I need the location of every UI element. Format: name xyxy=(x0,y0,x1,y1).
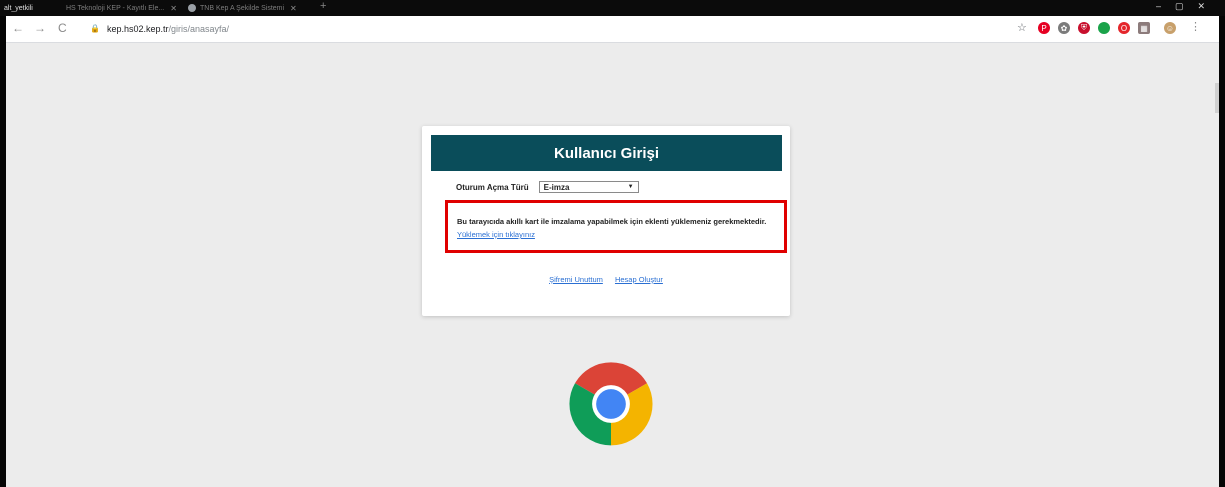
url-host: kep.hs02.kep.tr xyxy=(106,23,169,34)
tab-label: HS Teknoloji KEP - Kayıtlı Ele... xyxy=(66,4,165,12)
puzzle-icon[interactable]: ✿ xyxy=(1058,22,1070,34)
session-type-select[interactable]: E-imza ▼ xyxy=(538,181,639,193)
page-viewport: Kullanıcı Girişi Oturum Açma Türü E-imza… xyxy=(6,43,1219,487)
close-icon[interactable]: ✕ xyxy=(170,4,176,13)
pinterest-icon[interactable]: P xyxy=(1038,22,1050,34)
forgot-password-link[interactable]: Şifremi Unuttum xyxy=(549,275,603,284)
tab-label: TNB Kep A Şekilde Sistemi xyxy=(200,4,285,12)
bookmark-star-icon[interactable]: ☆ xyxy=(1017,21,1027,34)
dropdown-arrow-icon: ▼ xyxy=(627,184,634,190)
browser-window-frame: alt_yetkili HS Teknoloji KEP - Kayıtlı E… xyxy=(0,0,1225,487)
shield-icon[interactable]: ⛨ xyxy=(1078,22,1090,34)
tab-active[interactable]: alt_yetkili xyxy=(4,1,64,15)
lock-icon: 🔒 xyxy=(90,24,100,33)
window-controls[interactable]: –▢✕ xyxy=(1156,1,1219,12)
browser-toolbar: ← → C 🔒 kep.hs02.kep.tr/giris/anasayfa/ … xyxy=(6,16,1219,43)
session-type-label: Oturum Açma Türü xyxy=(456,182,529,192)
install-plugin-link[interactable]: Yüklemek için tıklayınız xyxy=(457,230,535,239)
favicon-icon xyxy=(188,4,196,12)
close-icon[interactable]: ✕ xyxy=(290,4,297,13)
menu-kebab-icon[interactable]: ⋮ xyxy=(1190,20,1201,33)
opera-icon[interactable]: O xyxy=(1118,22,1130,34)
login-title: Kullanıcı Girişi xyxy=(431,135,782,171)
plugin-notice-highlight: Bu tarayıcıda akıllı kart ile imzalama y… xyxy=(445,200,787,253)
new-tab-button[interactable]: + xyxy=(320,0,326,12)
reload-icon[interactable]: C xyxy=(58,21,67,35)
back-icon[interactable]: ← xyxy=(12,21,24,35)
scrollbar-thumb[interactable] xyxy=(1215,83,1219,113)
address-bar[interactable]: 🔒 kep.hs02.kep.tr/giris/anasayfa/ xyxy=(90,20,970,37)
url-path: /giris/anasayfa/ xyxy=(168,23,230,34)
avatar-icon[interactable]: ☺ xyxy=(1164,22,1176,34)
tab-tnb-kep[interactable]: TNB Kep A Şekilde Sistemi ✕ xyxy=(188,1,313,15)
account-links: Şifremi Unuttum Hesap Oluştur xyxy=(422,275,790,284)
forward-icon[interactable]: → xyxy=(34,21,46,35)
tab-label: alt_yetkili xyxy=(4,4,33,12)
tab-bar: alt_yetkili HS Teknoloji KEP - Kayıtlı E… xyxy=(0,0,1225,16)
login-card: Kullanıcı Girişi Oturum Açma Türü E-imza… xyxy=(422,126,790,316)
chrome-logo-icon xyxy=(569,362,653,446)
session-type-row: Oturum Açma Türü E-imza ▼ xyxy=(456,181,639,193)
green-dot-icon[interactable] xyxy=(1098,22,1110,34)
tab-hs-kep[interactable]: HS Teknoloji KEP - Kayıtlı Ele... ✕ xyxy=(66,1,176,15)
plugin-notice-text: Bu tarayıcıda akıllı kart ile imzalama y… xyxy=(457,217,767,226)
grid-icon[interactable]: ▦ xyxy=(1138,22,1150,34)
create-account-link[interactable]: Hesap Oluştur xyxy=(615,275,663,284)
session-type-value: E-imza xyxy=(543,182,570,192)
